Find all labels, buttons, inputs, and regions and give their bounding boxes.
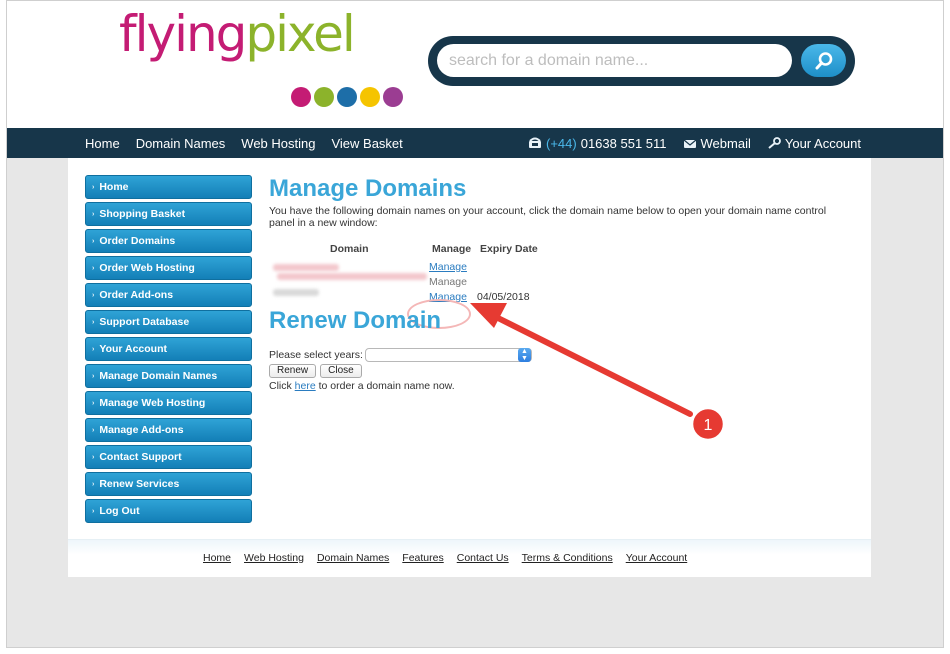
chevron-right-icon: › [92,480,95,488]
logo-dot [314,87,334,107]
footer-link-features[interactable]: Features [402,552,443,564]
sidebar-item-renew-services[interactable]: › Renew Services [85,472,252,496]
utility-nav: (+44) 01638 551 511 Webmail Your Account [528,128,861,158]
years-select-row: Please select years: ▲ ▼ [269,348,532,362]
flyingpixel-logo[interactable]: flyingpixel [119,3,419,113]
logo-dot [383,87,403,107]
footer-link-web-hosting[interactable]: Web Hosting [244,552,304,564]
logo-dots [291,87,403,107]
phone-icon [529,137,541,148]
column-header-expiry: Expiry Date [480,243,538,255]
key-icon [768,137,781,149]
main-panel: Manage Domains You have the following do… [269,175,859,392]
redacted-domain [277,273,427,280]
renew-buttons: Renew Close [269,364,362,378]
site-footer: Home Web Hosting Domain Names Features C… [68,539,871,577]
chevron-right-icon: › [92,264,95,272]
chevron-right-icon: › [92,183,95,191]
primary-nav: Home Domain Names Web Hosting View Baske… [85,128,403,158]
sidebar-item-home[interactable]: › Home [85,175,252,199]
renew-title: Renew Domain [269,307,442,334]
logo-dot [337,87,357,107]
chevron-right-icon: › [92,345,95,353]
page-title: Manage Domains [269,175,467,202]
chevron-right-icon: › [92,291,95,299]
top-nav: Home Domain Names Web Hosting View Baske… [7,128,943,158]
account-sidebar: › Home › Shopping Basket › Order Domains › O… [85,175,252,523]
renew-button[interactable]: Renew [269,364,317,378]
sidebar-item-log-out[interactable]: › Log Out [85,499,252,523]
logo-text: flyingpixel [119,5,356,63]
nav-webmail[interactable]: Webmail [683,136,751,151]
domain-search-input[interactable] [437,44,792,77]
manage-link[interactable]: Manage [429,276,467,288]
mail-icon [683,139,696,148]
years-select[interactable]: ▲ ▼ [364,348,532,362]
footer-link-home[interactable]: Home [203,552,231,564]
search-button[interactable] [801,44,846,77]
footer-link-your-account[interactable]: Your Account [626,552,688,564]
redacted-domain [273,264,339,271]
sidebar-item-contact-support[interactable]: › Contact Support [85,445,252,469]
updown-arrows-icon: ▲ ▼ [517,348,531,362]
sidebar-item-order-add-ons[interactable]: › Order Add-ons [85,283,252,307]
sidebar-item-order-web-hosting[interactable]: › Order Web Hosting [85,256,252,280]
footer-link-domain-names[interactable]: Domain Names [317,552,389,564]
order-here-link[interactable]: here [295,380,316,392]
nav-web-hosting[interactable]: Web Hosting [241,136,315,151]
intro-text: You have the following domain names on y… [269,205,827,229]
order-domain-text: Click here to order a domain name now. [269,380,455,392]
domain-search [428,36,855,86]
logo-dot [360,87,380,107]
chevron-right-icon: › [92,453,95,461]
footer-link-contact-us[interactable]: Contact Us [457,552,509,564]
chevron-right-icon: › [92,237,95,245]
chevron-right-icon: › [92,507,95,515]
search-icon [815,51,832,69]
chevron-right-icon: › [92,399,95,407]
expiry-date: 04/05/2018 [477,291,530,303]
chevron-right-icon: › [92,210,95,218]
browser-frame: flyingpixel Home Domain Names Web [6,0,944,648]
nav-your-account[interactable]: Your Account [767,136,861,151]
nav-domain-names[interactable]: Domain Names [136,136,226,151]
footer-links: Home Web Hosting Domain Names Features C… [203,552,687,564]
phone-contact: (+44) 01638 551 511 [528,136,667,151]
nav-view-basket[interactable]: View Basket [331,136,402,151]
redacted-domain [273,289,319,296]
sidebar-item-manage-add-ons[interactable]: › Manage Add-ons [85,418,252,442]
chevron-right-icon: › [92,372,95,380]
sidebar-item-support-database[interactable]: › Support Database [85,310,252,334]
column-header-domain: Domain [330,243,369,255]
sidebar-item-manage-domain-names[interactable]: › Manage Domain Names [85,364,252,388]
logo-dot [291,87,311,107]
sidebar-item-manage-web-hosting[interactable]: › Manage Web Hosting [85,391,252,415]
sidebar-item-shopping-basket[interactable]: › Shopping Basket [85,202,252,226]
manage-link[interactable]: Manage [429,261,467,273]
page-content: › Home › Shopping Basket › Order Domains › O… [68,158,871,577]
nav-home[interactable]: Home [85,136,120,151]
close-button[interactable]: Close [320,364,362,378]
footer-link-terms[interactable]: Terms & Conditions [522,552,613,564]
site-header: flyingpixel [7,1,943,128]
column-header-manage: Manage [432,243,472,255]
chevron-right-icon: › [92,318,95,326]
chevron-right-icon: › [92,426,95,434]
sidebar-item-your-account[interactable]: › Your Account [85,337,252,361]
years-select-label: Please select years: [269,349,363,361]
sidebar-item-order-domains[interactable]: › Order Domains [85,229,252,253]
